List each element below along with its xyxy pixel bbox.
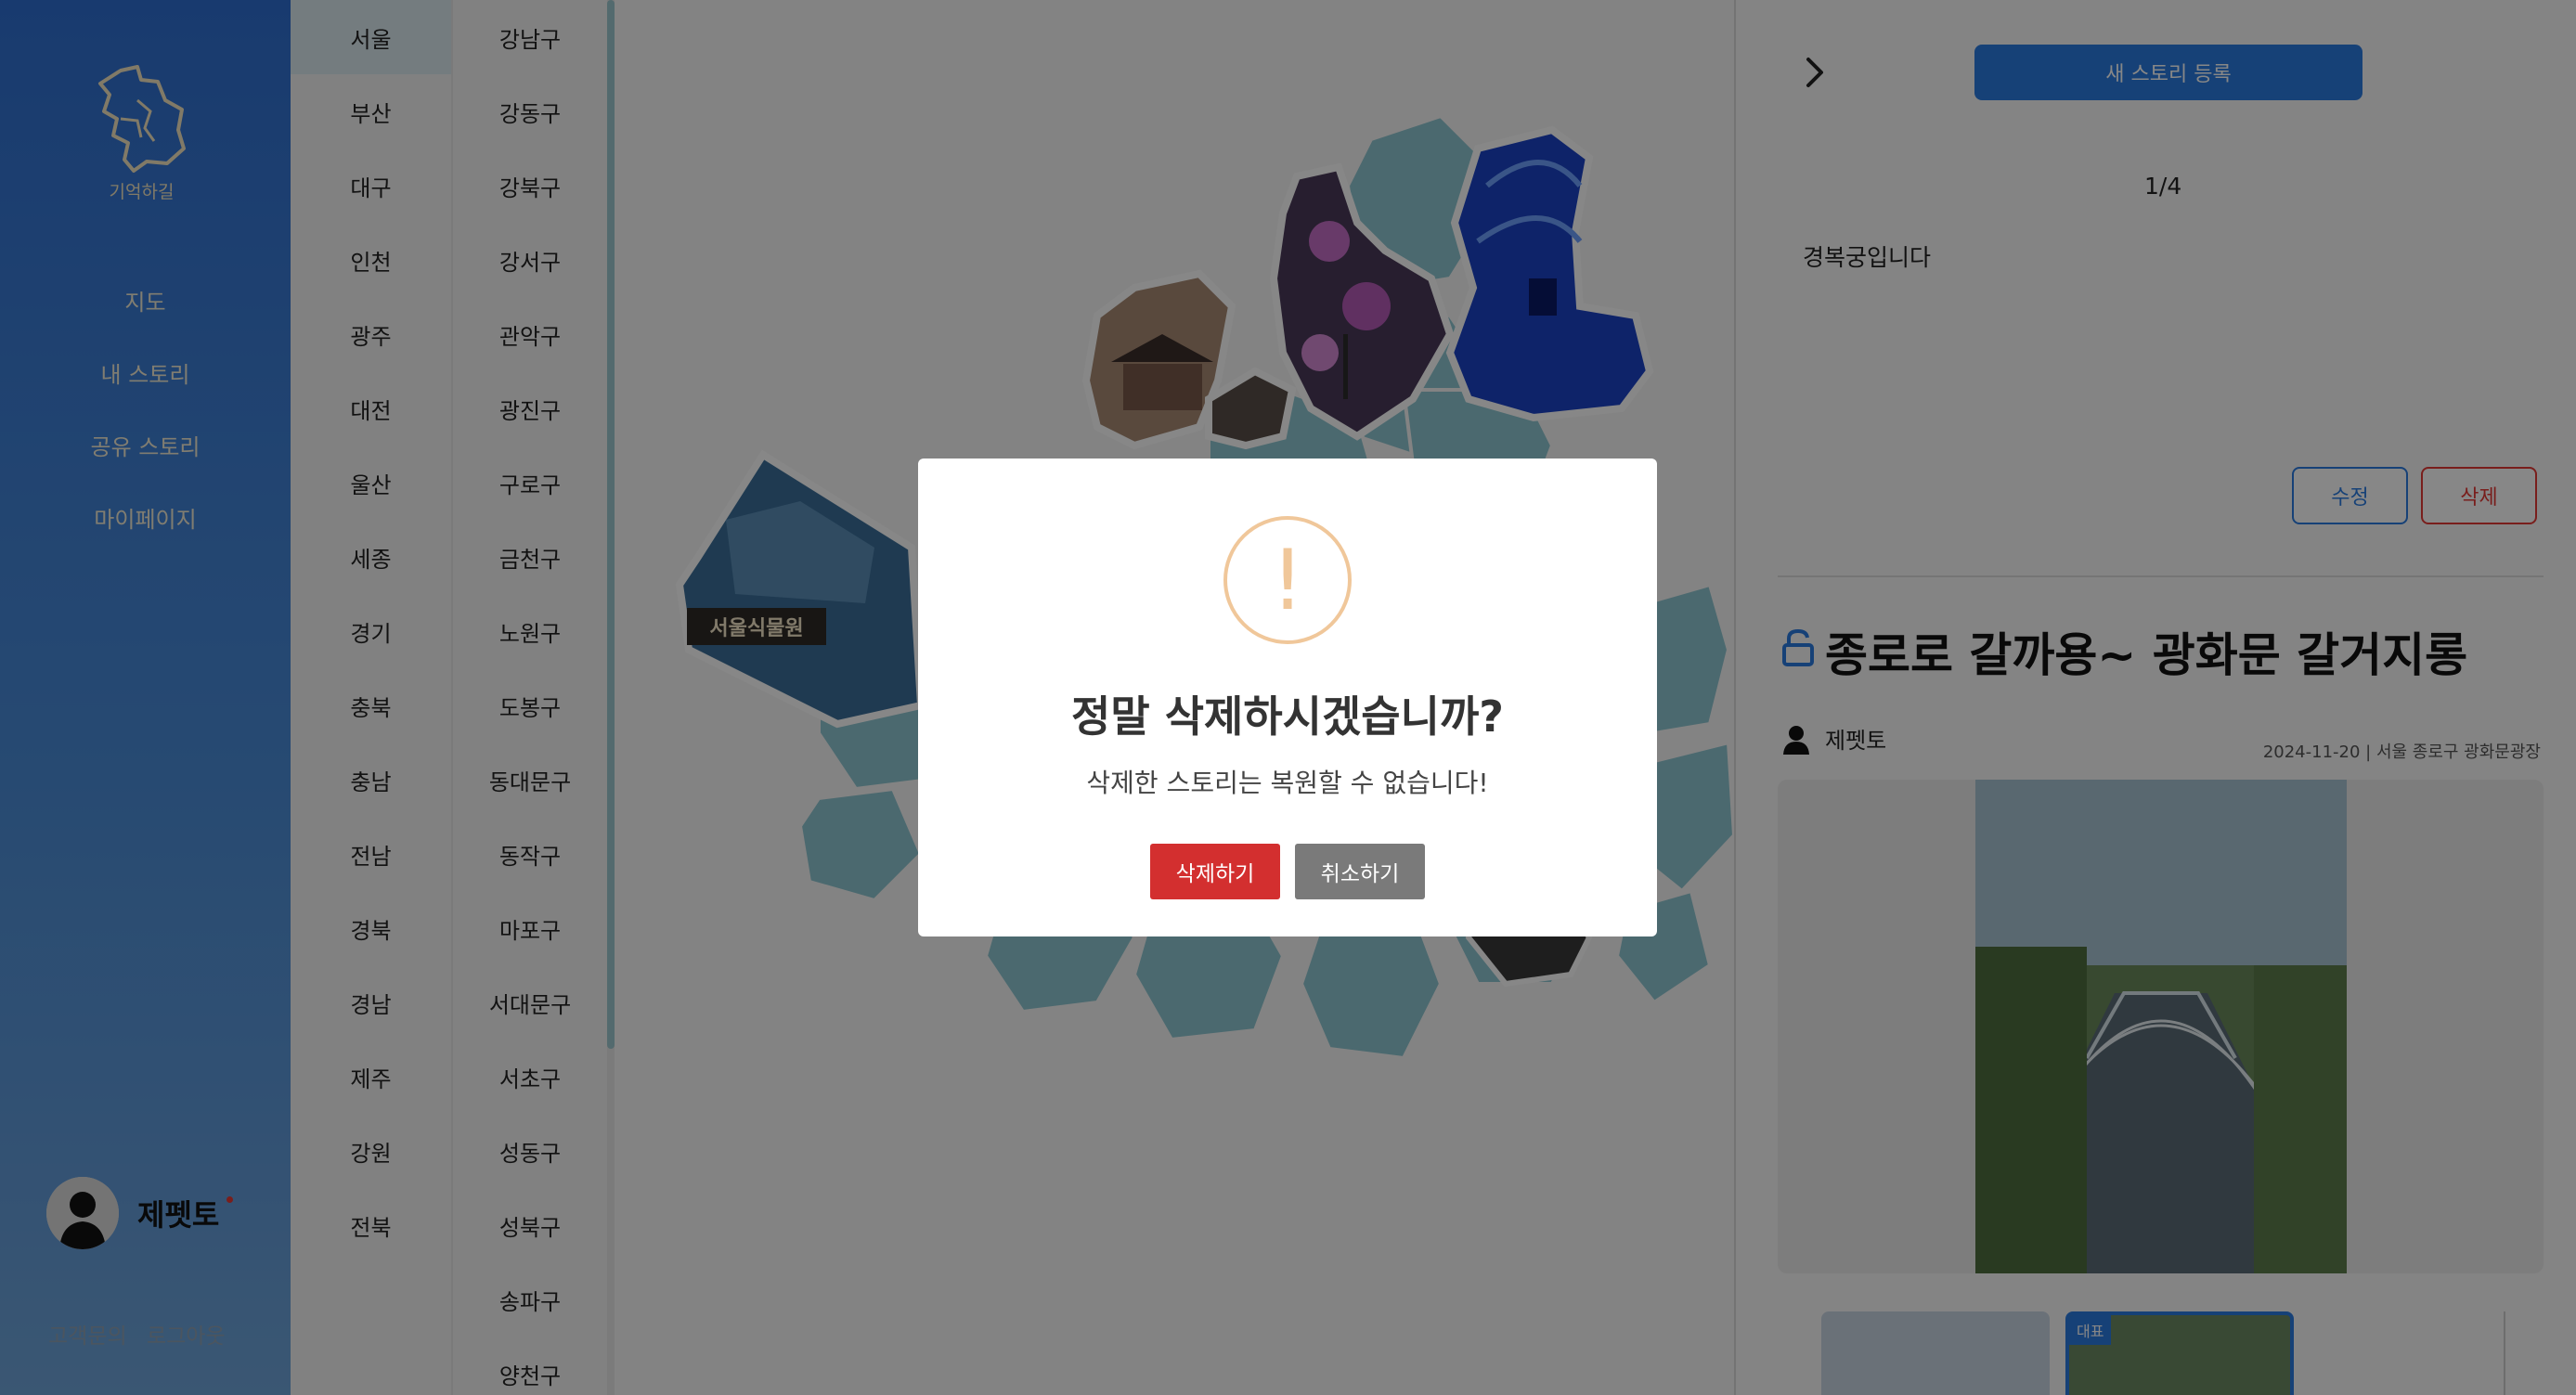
delete-confirm-dialog: ! 정말 삭제하시겠습니까? 삭제한 스토리는 복원할 수 없습니다! 삭제하기…	[918, 459, 1657, 936]
confirm-delete-button[interactable]: 삭제하기	[1150, 844, 1280, 899]
dialog-title: 정말 삭제하시겠습니까?	[1071, 691, 1504, 742]
cancel-button[interactable]: 취소하기	[1295, 844, 1425, 899]
dialog-message: 삭제한 스토리는 복원할 수 없습니다!	[1086, 768, 1489, 798]
warning-icon: !	[1223, 516, 1352, 644]
